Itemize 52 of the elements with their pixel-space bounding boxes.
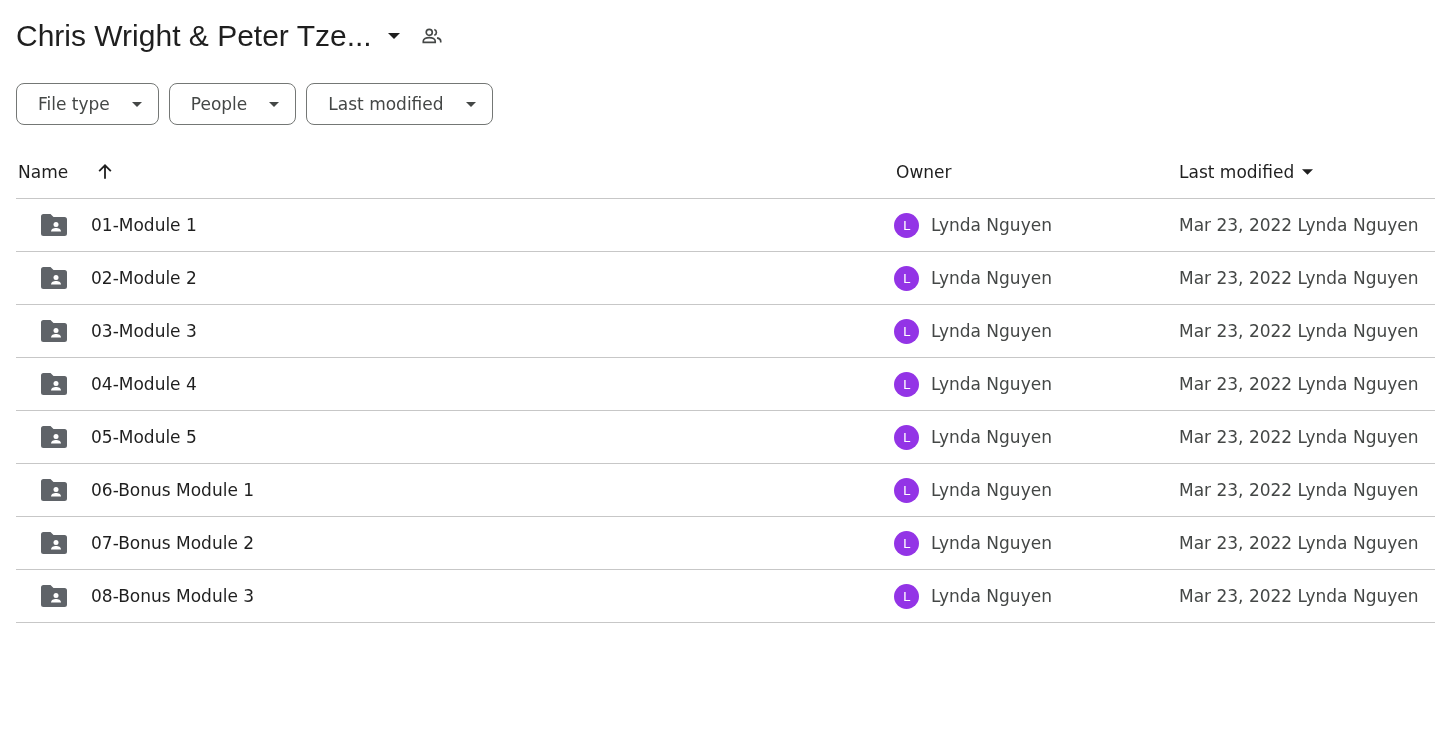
- owner-name: Lynda Nguyen: [931, 533, 1052, 553]
- avatar: L: [894, 318, 919, 344]
- avatar: L: [894, 477, 919, 503]
- owner-name: Lynda Nguyen: [931, 374, 1052, 394]
- avatar: L: [894, 265, 919, 291]
- caret-icon: [1302, 168, 1314, 175]
- owner-name: Lynda Nguyen: [931, 268, 1052, 288]
- modified-date: Mar 23, 2022 Lynda Nguyen: [1178, 586, 1419, 606]
- file-name[interactable]: 03-Module 3: [91, 321, 197, 341]
- owner-name: Lynda Nguyen: [931, 215, 1052, 235]
- shared-folder-icon: [41, 426, 67, 448]
- column-header[interactable]: Last modified: [1177, 161, 1295, 182]
- modified-date: Mar 23, 2022 Lynda Nguyen: [1178, 480, 1419, 500]
- avatar: L: [894, 212, 919, 238]
- avatar: L: [894, 530, 919, 556]
- shared-folder-icon: [41, 479, 67, 501]
- file-name[interactable]: 05-Module 5: [91, 427, 197, 447]
- shared-folder-icon: [41, 532, 67, 554]
- file-name[interactable]: 04-Module 4: [91, 374, 197, 394]
- caret-icon: [465, 101, 476, 107]
- file-name[interactable]: 02-Module 2: [91, 268, 197, 288]
- owner-name: Lynda Nguyen: [931, 586, 1052, 606]
- caret-icon: [131, 101, 142, 107]
- shared-folder-icon: [41, 585, 67, 607]
- file-name[interactable]: 01-Module 1: [91, 215, 197, 235]
- folder-title: Chris Wright & Peter Tze...: [16, 19, 372, 53]
- owner-name: Lynda Nguyen: [931, 480, 1052, 500]
- filter-chip[interactable]: File type: [16, 83, 159, 125]
- file-name[interactable]: 08-Bonus Module 3: [91, 586, 255, 606]
- filter-chip[interactable]: People: [168, 83, 297, 125]
- modified-date: Mar 23, 2022 Lynda Nguyen: [1178, 215, 1419, 235]
- column-header[interactable]: Name: [16, 161, 69, 182]
- shared-folder-icon: [41, 267, 67, 289]
- owner-name: Lynda Nguyen: [931, 321, 1052, 341]
- filter-chip[interactable]: Last modified: [306, 83, 493, 125]
- avatar: L: [894, 424, 919, 450]
- shared-folder-icon: [41, 320, 67, 342]
- avatar: L: [894, 371, 919, 397]
- modified-date: Mar 23, 2022 Lynda Nguyen: [1178, 374, 1419, 394]
- column-header[interactable]: Owner: [894, 161, 952, 182]
- owner-name: Lynda Nguyen: [931, 427, 1052, 447]
- caret-icon: [269, 101, 280, 107]
- modified-date: Mar 23, 2022 Lynda Nguyen: [1178, 268, 1419, 288]
- file-name[interactable]: 06-Bonus Module 1: [91, 480, 255, 500]
- file-name[interactable]: 07-Bonus Module 2: [91, 533, 255, 553]
- modified-date: Mar 23, 2022 Lynda Nguyen: [1178, 533, 1419, 553]
- modified-date: Mar 23, 2022 Lynda Nguyen: [1178, 321, 1419, 341]
- avatar: L: [894, 583, 919, 609]
- modified-date: Mar 23, 2022 Lynda Nguyen: [1178, 427, 1419, 447]
- caret-icon: [387, 33, 400, 39]
- shared-folder-icon: [41, 214, 67, 236]
- shared-folder-icon: [41, 373, 67, 395]
